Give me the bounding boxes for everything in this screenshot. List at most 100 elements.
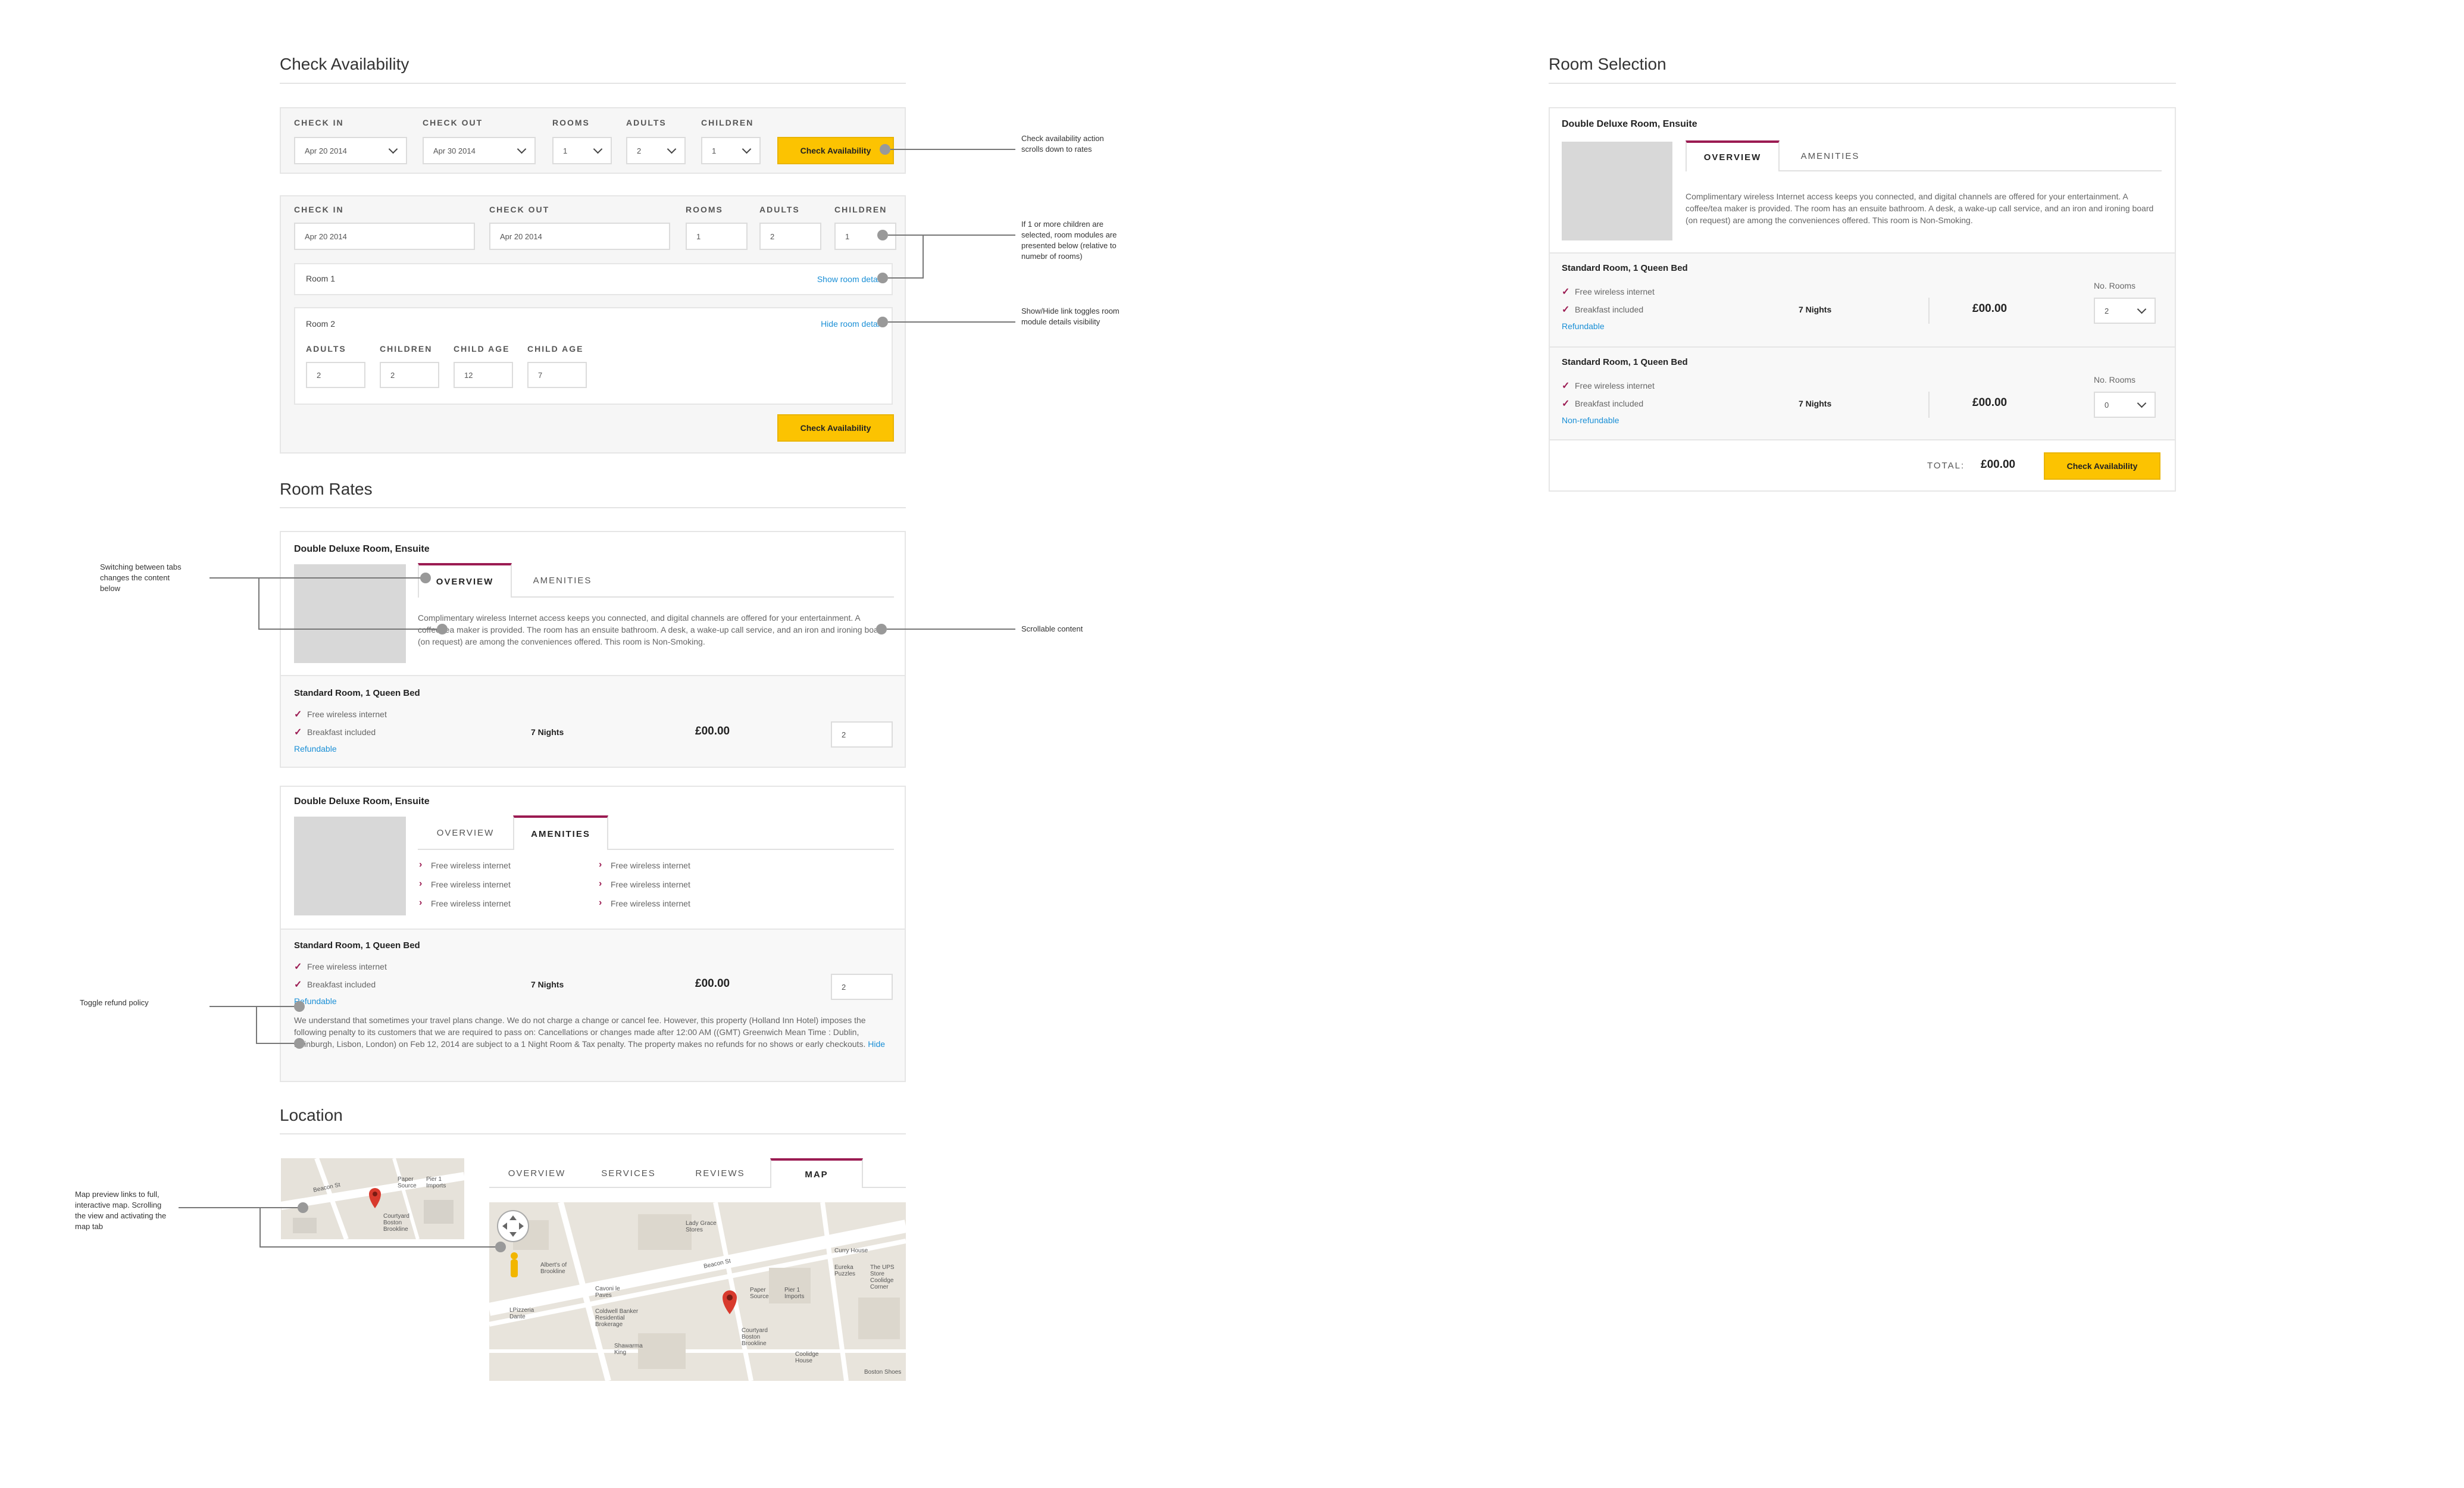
tab-amenities[interactable]: AMENITIES [512, 563, 613, 598]
chevron-down-icon [667, 144, 677, 154]
map-label: Courtyard Boston Brookline [383, 1213, 409, 1233]
adults-label: ADULTS [626, 118, 667, 127]
check-availability-button[interactable]: Check Availability [777, 414, 894, 442]
rooms-select[interactable]: 1 [552, 137, 612, 164]
check-availability-button[interactable]: Check Availability [2044, 452, 2160, 480]
map-label: Cavoni le Paves [595, 1286, 620, 1299]
refundable-link[interactable]: Refundable [294, 744, 337, 754]
check-icon: ✓ [1562, 305, 1570, 315]
location-title: Location [280, 1106, 343, 1124]
room-qty-field[interactable]: 2 [831, 721, 893, 748]
chevron-down-icon [593, 144, 603, 154]
room-card-title: Double Deluxe Room, Ensuite [294, 796, 430, 806]
no-rooms-select[interactable]: 0 [2094, 392, 2156, 418]
tab-overview[interactable]: OVERVIEW [1686, 140, 1780, 171]
child-age-1-field[interactable]: 12 [454, 362, 513, 388]
chevron-down-icon [742, 144, 752, 154]
tab-services[interactable]: SERVICES [584, 1158, 673, 1188]
availability-form-compact: CHECK IN CHECK OUT ROOMS ADULTS CHILDREN… [280, 107, 906, 174]
non-refundable-link[interactable]: Non-refundable [1562, 415, 1619, 425]
check-out-field[interactable]: Apr 20 2014 [489, 223, 670, 250]
chevron-right-icon: › [419, 879, 423, 889]
availability-form-expanded: CHECK IN CHECK OUT ROOMS ADULTS CHILDREN… [280, 195, 906, 454]
room-card-amenities: Double Deluxe Room, Ensuite OVERVIEW AME… [280, 786, 906, 1082]
room-image [294, 817, 406, 915]
annotation-marker [880, 144, 890, 155]
check-availability-button[interactable]: Check Availability [777, 137, 894, 164]
annotation-marker [298, 1202, 308, 1213]
chevron-down-icon [2137, 304, 2147, 314]
room-image [1562, 142, 1672, 240]
tab-overview[interactable]: OVERVIEW [489, 1158, 584, 1188]
map-label: LPizzeria Dante [509, 1307, 534, 1320]
check-in-select[interactable]: Apr 20 2014 [294, 137, 407, 164]
hide-room-details-link[interactable]: Hide room details [821, 319, 886, 329]
interactive-map[interactable]: Paper Source Pier 1 Imports Courtyard Bo… [489, 1202, 906, 1381]
divider [280, 83, 906, 84]
annotation-marker [877, 230, 888, 240]
room-2-adults-field[interactable]: 2 [306, 362, 365, 388]
map-label: Lady Grace Stores [686, 1220, 717, 1233]
check-icon: ✓ [294, 709, 302, 720]
check-in-field[interactable]: Apr 20 2014 [294, 223, 475, 250]
adults-field[interactable]: 2 [759, 223, 821, 250]
room-selection-card: Double Deluxe Room, Ensuite OVERVIEW AME… [1549, 107, 2176, 492]
tab-amenities[interactable]: AMENITIES [513, 815, 608, 850]
annotation-note: Map preview links to full, interactive m… [75, 1190, 167, 1231]
tab-reviews[interactable]: REVIEWS [673, 1158, 768, 1188]
adults-select[interactable]: 2 [626, 137, 686, 164]
check-out-select[interactable]: Apr 30 2014 [423, 137, 536, 164]
map-preview-graphic [281, 1158, 464, 1239]
check-availability-title: Check Availability [280, 55, 409, 73]
price: £00.00 [1972, 396, 2008, 409]
room-card-title: Double Deluxe Room, Ensuite [1562, 119, 1697, 129]
feature-wifi: Free wireless internet [307, 709, 387, 719]
room-1-module: Room 1 Show room details [294, 263, 893, 295]
divider [1549, 83, 2176, 84]
no-rooms-select[interactable]: 2 [2094, 298, 2156, 324]
rooms-field[interactable]: 1 [686, 223, 748, 250]
map-label: Shawarma King [614, 1343, 643, 1356]
tab-map[interactable]: MAP [770, 1158, 863, 1188]
room-image [294, 564, 406, 663]
map-label: Pier 1 Imports [784, 1287, 805, 1300]
check-out-label: CHECK OUT [489, 205, 550, 214]
annotation-note: Switching between tabs changes the conte… [100, 562, 182, 593]
map-preview[interactable]: Paper Source Pier 1 Imports Courtyard Bo… [281, 1158, 464, 1239]
map-label: Albert's of Brookline [540, 1262, 567, 1275]
room-description: Complimentary wireless Internet access k… [418, 613, 886, 646]
chevron-right-icon: › [419, 898, 423, 908]
child-age-2-field[interactable]: 7 [527, 362, 587, 388]
feature-wifi: Free wireless internet [1575, 381, 1655, 390]
annotation-marker [877, 317, 888, 327]
room-2-label: Room 2 [306, 319, 336, 329]
rooms-label: ROOMS [686, 205, 723, 214]
refundable-link[interactable]: Refundable [1562, 321, 1605, 331]
map-label: Boston Shoes [864, 1369, 902, 1376]
annotation-marker [420, 573, 431, 583]
chevron-right-icon: › [599, 898, 602, 908]
room-qty-field[interactable]: 2 [831, 974, 893, 1000]
children-label: CHILDREN [701, 118, 754, 127]
room-description: Complimentary wireless Internet access k… [1686, 192, 2154, 225]
children-select[interactable]: 1 [701, 137, 761, 164]
price: £00.00 [695, 725, 730, 737]
amenity-item: Free wireless internet [611, 899, 690, 908]
show-room-details-link[interactable]: Show room details [817, 274, 886, 284]
hide-policy-link[interactable]: Hide [868, 1039, 885, 1049]
check-icon: ✓ [294, 727, 302, 737]
feature-breakfast: Breakfast included [1575, 305, 1644, 314]
map-label: Paper Source [398, 1176, 417, 1189]
annotation-marker [876, 624, 887, 634]
chevron-right-icon: › [419, 859, 423, 870]
feature-breakfast: Breakfast included [307, 980, 376, 989]
refund-policy-text: We understand that sometimes your travel… [294, 1015, 886, 1049]
room-2-children-field[interactable]: 2 [380, 362, 439, 388]
map-label: Coolidge House [795, 1351, 819, 1364]
nights: 7 Nights [1799, 399, 1832, 408]
tab-overview[interactable]: OVERVIEW [418, 815, 513, 850]
map-label: The UPS Store Coolidge Corner [870, 1264, 895, 1290]
tab-amenities[interactable]: AMENITIES [1780, 140, 1881, 171]
tab-overview[interactable]: OVERVIEW [418, 563, 512, 598]
feature-breakfast: Breakfast included [307, 727, 376, 737]
